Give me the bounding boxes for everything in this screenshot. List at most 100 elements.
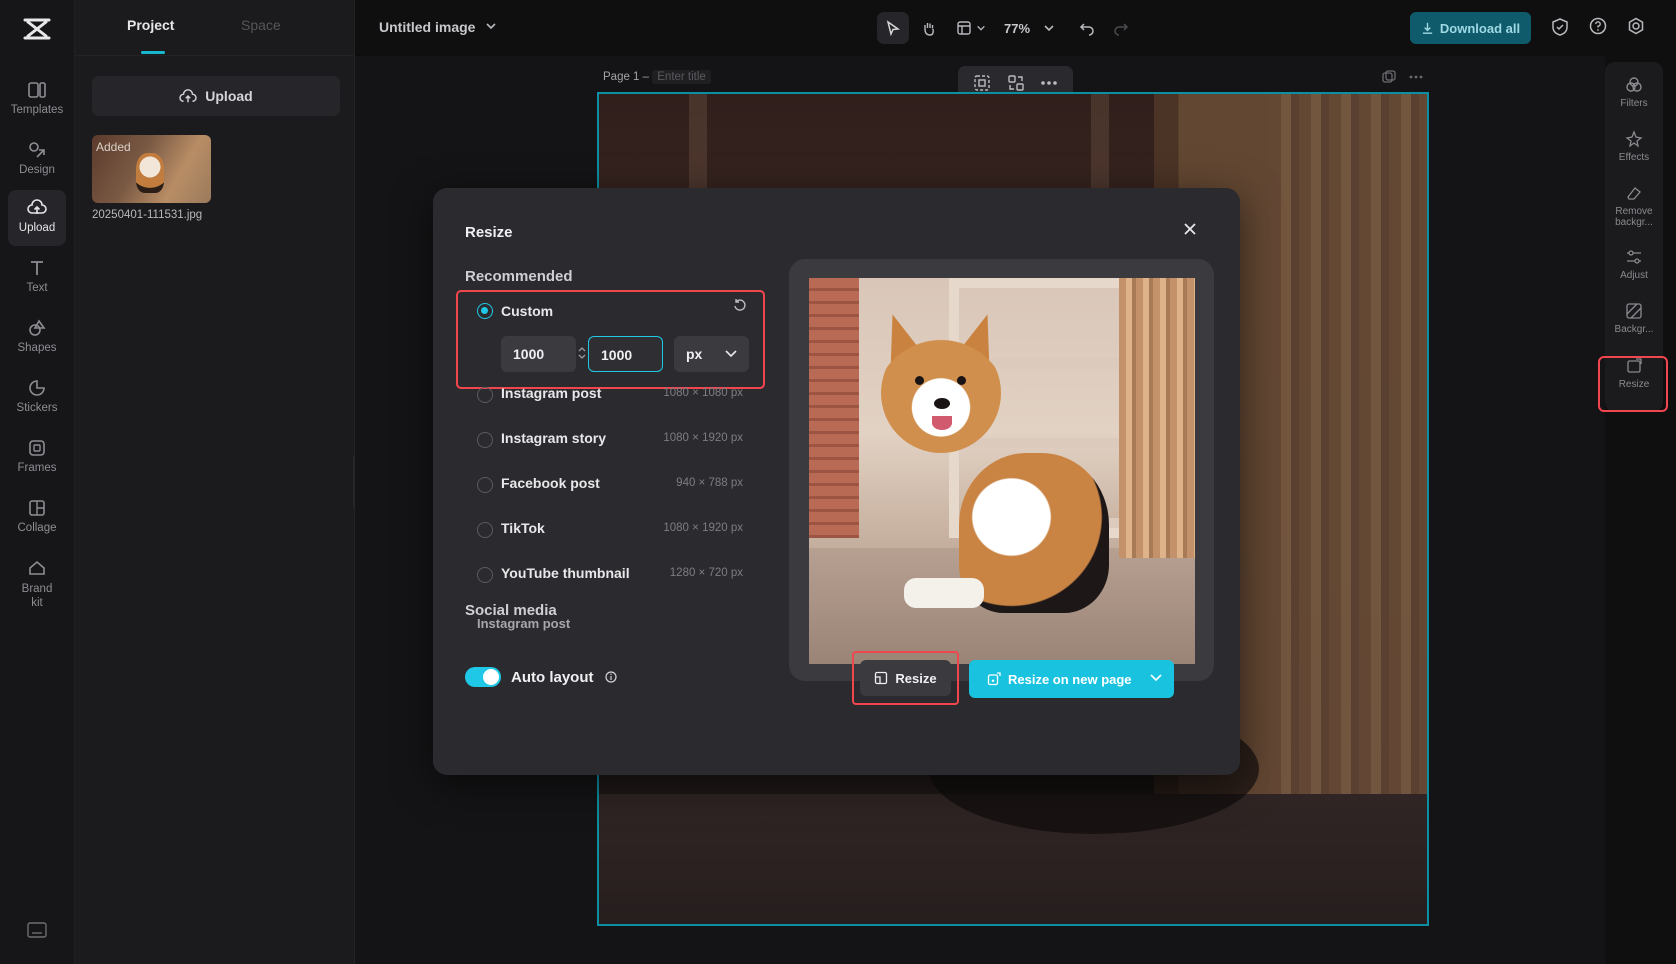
redo-button[interactable] bbox=[1107, 12, 1135, 44]
resize-on-new-page-button[interactable]: Resize on new page bbox=[969, 660, 1174, 698]
document-title[interactable]: Untitled image bbox=[379, 19, 475, 35]
top-bar: Untitled image 77% Download all bbox=[355, 0, 1676, 56]
rail-templates[interactable]: Templates bbox=[8, 72, 66, 128]
custom-radio[interactable] bbox=[477, 303, 493, 319]
page-more-icon[interactable] bbox=[1409, 75, 1423, 79]
rail-label: Shapes bbox=[17, 342, 57, 354]
frames-icon bbox=[29, 440, 45, 456]
rr-label: Backgr... bbox=[1614, 324, 1654, 335]
preview-dog-head bbox=[881, 333, 1001, 453]
preset-label[interactable]: Instagram post bbox=[501, 385, 601, 401]
rail-collage[interactable]: Collage bbox=[8, 490, 66, 546]
rr-filters[interactable]: Filters bbox=[1605, 76, 1663, 109]
unit-value: px bbox=[686, 346, 703, 362]
select-tool[interactable] bbox=[877, 12, 909, 44]
unit-select[interactable]: px bbox=[674, 336, 749, 372]
rr-remove-background[interactable]: Remove backgr... bbox=[1605, 184, 1663, 228]
active-tab-indicator bbox=[141, 51, 165, 54]
download-icon bbox=[1422, 22, 1433, 34]
layout-tool[interactable] bbox=[951, 12, 991, 44]
asset-filename: 20250401-111531.jpg bbox=[92, 209, 203, 221]
rr-label: Filters bbox=[1620, 98, 1648, 109]
background-icon bbox=[1626, 303, 1642, 319]
more-icon[interactable] bbox=[1040, 80, 1058, 86]
chevron-down-icon bbox=[725, 350, 737, 358]
gear-icon[interactable] bbox=[1627, 17, 1645, 35]
rail-text[interactable]: Text bbox=[8, 250, 66, 306]
preview-wood-panel bbox=[1119, 278, 1195, 558]
rr-effects[interactable]: Effects bbox=[1605, 130, 1663, 163]
chevron-down-icon bbox=[1044, 25, 1054, 32]
design-icon bbox=[29, 142, 45, 158]
rail-label: Collage bbox=[17, 522, 57, 534]
dialog-title: Resize bbox=[465, 224, 513, 241]
text-icon bbox=[31, 261, 43, 275]
preset-size: 1080 × 1920 px bbox=[663, 522, 743, 534]
download-all-label: Download all bbox=[1439, 20, 1521, 36]
rail-shapes[interactable]: Shapes bbox=[8, 310, 66, 366]
zoom-level[interactable]: 77% bbox=[997, 12, 1037, 44]
chevron-down-icon[interactable] bbox=[485, 20, 497, 32]
preview-dog-nose bbox=[934, 398, 950, 409]
tab-space[interactable]: Space bbox=[241, 17, 281, 33]
preset-label[interactable]: TikTok bbox=[501, 520, 545, 536]
preset-size: 1280 × 720 px bbox=[669, 567, 743, 579]
keyboard-icon[interactable] bbox=[27, 922, 47, 938]
select-area-icon[interactable] bbox=[973, 74, 991, 92]
preset-size: 940 × 788 px bbox=[676, 477, 743, 489]
zoom-dropdown[interactable] bbox=[1039, 12, 1059, 44]
upload-cloud-icon bbox=[179, 89, 197, 103]
undo-icon bbox=[1079, 23, 1094, 36]
resize-preview bbox=[789, 259, 1214, 681]
preset-label[interactable]: Facebook post bbox=[501, 475, 600, 491]
auto-layout-toggle[interactable] bbox=[465, 667, 501, 687]
help-icon[interactable] bbox=[1589, 17, 1607, 35]
info-icon[interactable] bbox=[605, 671, 617, 683]
rail-stickers[interactable]: Stickers bbox=[8, 370, 66, 426]
hand-icon bbox=[924, 23, 934, 36]
reset-icon[interactable] bbox=[733, 298, 747, 312]
shield-icon[interactable] bbox=[1551, 17, 1569, 37]
rail-label: Templates bbox=[10, 104, 64, 116]
preset-radio[interactable] bbox=[477, 387, 493, 403]
page-title-input[interactable]: Enter title bbox=[652, 70, 711, 84]
preset-radio[interactable] bbox=[477, 522, 493, 538]
preview-dog-legs bbox=[904, 578, 984, 608]
undo-button[interactable] bbox=[1073, 12, 1101, 44]
recommended-heading: Recommended bbox=[465, 268, 573, 285]
rr-background[interactable]: Backgr... bbox=[1605, 302, 1663, 335]
preset-radio[interactable] bbox=[477, 567, 493, 583]
resize-button[interactable]: Resize bbox=[860, 660, 951, 696]
capcut-logo-icon[interactable] bbox=[22, 16, 52, 42]
aspect-lock-icon[interactable] bbox=[578, 346, 586, 360]
auto-layout-label: Auto layout bbox=[511, 669, 594, 686]
rail-brand-kit[interactable]: Brand kit bbox=[8, 550, 66, 616]
upload-button[interactable]: Upload bbox=[92, 76, 340, 116]
hand-tool[interactable] bbox=[913, 12, 945, 44]
rail-label: Brand kit bbox=[21, 583, 53, 609]
duplicate-page-icon[interactable] bbox=[1382, 70, 1396, 84]
preset-radio[interactable] bbox=[477, 477, 493, 493]
height-input[interactable]: 1000 bbox=[588, 336, 663, 372]
rail-frames[interactable]: Frames bbox=[8, 430, 66, 486]
chevron-down-icon[interactable] bbox=[1150, 673, 1162, 683]
preset-label[interactable]: YouTube thumbnail bbox=[501, 565, 630, 581]
tab-project[interactable]: Project bbox=[127, 17, 174, 33]
rail-upload[interactable]: Upload bbox=[8, 190, 66, 246]
download-all-button[interactable]: Download all bbox=[1410, 12, 1531, 44]
rr-label: Effects bbox=[1618, 152, 1650, 163]
rr-adjust[interactable]: Adjust bbox=[1605, 248, 1663, 281]
preset-size: 1080 × 1920 px bbox=[663, 432, 743, 444]
social-item[interactable]: Instagram post bbox=[477, 616, 570, 631]
resize-tool-highlight bbox=[1598, 356, 1668, 412]
added-badge: Added bbox=[96, 140, 131, 154]
close-icon[interactable] bbox=[1183, 222, 1197, 236]
preset-label[interactable]: Instagram story bbox=[501, 430, 606, 446]
preset-radio[interactable] bbox=[477, 432, 493, 448]
asset-thumbnail[interactable]: Added bbox=[92, 135, 211, 203]
rr-label: Adjust bbox=[1620, 270, 1648, 281]
group-icon[interactable] bbox=[1007, 74, 1025, 92]
rail-design[interactable]: Design bbox=[8, 132, 66, 188]
resize-icon bbox=[875, 671, 888, 685]
width-input[interactable]: 1000 bbox=[501, 336, 576, 372]
